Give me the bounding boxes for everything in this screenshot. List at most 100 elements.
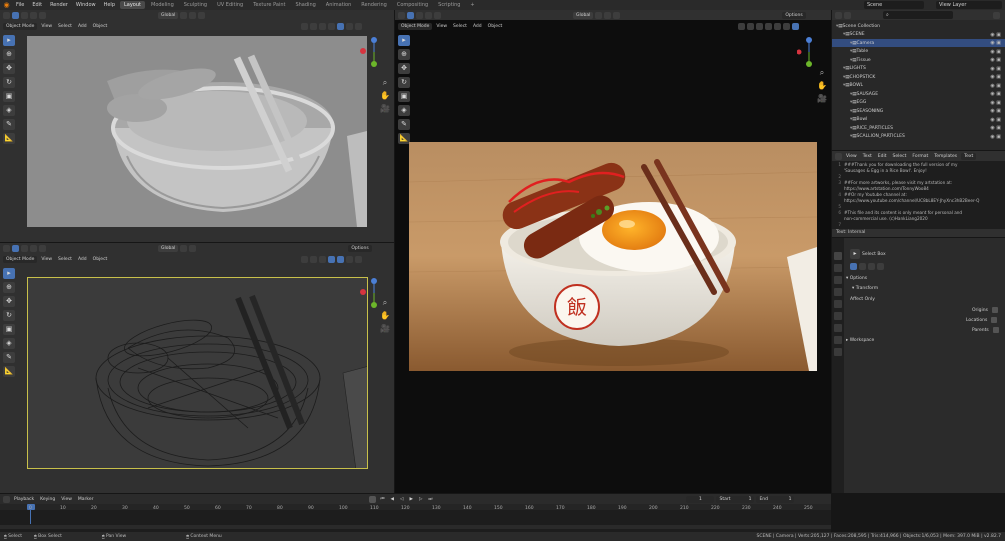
zoom-icon[interactable]: ⌕ (380, 298, 390, 308)
scale-tool-icon[interactable]: ▣ (3, 91, 15, 102)
display-mode-icon[interactable] (844, 11, 851, 19)
mode-subtract-icon[interactable] (868, 263, 875, 270)
visibility-icon[interactable]: ◉ ▣ (990, 74, 1001, 80)
menu-add[interactable]: Add (76, 256, 89, 263)
modifier-tab-icon[interactable] (834, 336, 842, 344)
tab-uv-editing[interactable]: UV Editing (213, 1, 247, 9)
mode-extend-icon[interactable] (859, 263, 866, 270)
tab-scripting[interactable]: Scripting (434, 1, 464, 9)
cursor-tool-icon[interactable]: ⊕ (3, 282, 15, 293)
scene-selector[interactable]: Scene (864, 1, 924, 9)
parents-checkbox[interactable] (992, 327, 999, 333)
proportional-edit-icon[interactable] (198, 11, 206, 19)
menu-view[interactable]: View (39, 23, 54, 30)
object-mode-dropdown[interactable]: Object Mode (3, 22, 38, 30)
snap-icon[interactable] (189, 244, 197, 252)
origins-option[interactable]: Origins (972, 306, 998, 314)
annotate-tool-icon[interactable]: ✎ (398, 119, 410, 130)
visibility-icon[interactable]: ◉ ▣ (990, 108, 1001, 114)
play-reverse-icon[interactable]: ◁ (398, 496, 405, 503)
menu-view[interactable]: View (844, 153, 859, 160)
overlay-toggle-icon[interactable] (756, 22, 764, 30)
mode-invert-icon[interactable] (877, 263, 884, 270)
tool-tab-icon[interactable] (834, 252, 842, 260)
menu-help[interactable]: Help (101, 1, 118, 9)
pivot-icon[interactable] (595, 11, 603, 19)
zoom-icon[interactable]: ⌕ (380, 78, 390, 88)
menu-select[interactable]: Select (451, 23, 469, 30)
view-layer-tab-icon[interactable] (834, 288, 842, 296)
visibility-icon[interactable]: ◉ ▣ (990, 66, 1001, 72)
outliner-row[interactable]: ▾ ▤ Tissue ◉ ▣ (832, 56, 1005, 64)
transform-orientation-dropdown[interactable]: Global (158, 11, 179, 19)
outliner-row[interactable]: ▾ ▤ Scene Collection (832, 22, 1005, 30)
menu-add[interactable]: Add (76, 23, 89, 30)
select-mode-icon[interactable] (12, 244, 19, 252)
menu-view[interactable]: View (39, 256, 54, 263)
start-frame-field[interactable]: Start 1 (716, 495, 755, 503)
select-mode-invert-icon[interactable] (434, 11, 441, 19)
pan-hand-icon[interactable]: ✋ (817, 81, 827, 91)
xray-icon[interactable] (765, 22, 773, 30)
locations-checkbox[interactable] (991, 317, 998, 323)
outliner-row[interactable]: ▾ ▤ SAUSAGE ◉ ▣ (832, 90, 1005, 98)
menu-edit[interactable]: Edit (876, 153, 889, 160)
rotate-tool-icon[interactable]: ↻ (3, 77, 15, 88)
editor-type-icon[interactable] (835, 11, 842, 19)
transform-panel-header[interactable]: ▾ Transform (852, 284, 878, 292)
select-mode-subtract-icon[interactable] (30, 244, 37, 252)
physics-tab-icon[interactable] (834, 348, 842, 356)
visibility-icon[interactable] (301, 255, 309, 263)
world-tab-icon[interactable] (834, 312, 842, 320)
menu-file[interactable]: File (13, 1, 27, 9)
menu-object[interactable]: Object (486, 23, 505, 30)
text-file-dropdown[interactable]: Text (961, 152, 977, 160)
shading-solid-icon[interactable] (774, 22, 782, 30)
rotate-tool-icon[interactable]: ↻ (3, 310, 15, 321)
select-mode-invert-icon[interactable] (39, 11, 46, 19)
shading-rendered-icon[interactable] (792, 22, 800, 30)
shading-rendered-icon[interactable] (355, 22, 363, 30)
play-icon[interactable]: ▶ (407, 496, 414, 503)
menu-window[interactable]: Window (73, 1, 99, 9)
render-tab-icon[interactable] (834, 264, 842, 272)
scale-tool-icon[interactable]: ▣ (398, 91, 410, 102)
transform-orientation-dropdown[interactable]: Global (158, 244, 179, 252)
viewport-wireframe[interactable]: Global Options Object Mode View Select A… (0, 243, 394, 493)
visibility-icon[interactable]: ◉ ▣ (990, 91, 1001, 97)
navigation-gizmo[interactable] (360, 36, 380, 70)
camera-view-icon[interactable]: 🎥 (380, 104, 390, 114)
select-mode-extend-icon[interactable] (21, 11, 28, 19)
snap-icon[interactable] (604, 11, 612, 19)
visibility-icon[interactable] (301, 22, 309, 30)
tab-shading[interactable]: Shading (291, 1, 319, 9)
measure-tool-icon[interactable]: 📐 (3, 366, 15, 377)
menu-add[interactable]: Add (471, 23, 484, 30)
navigation-gizmo[interactable] (360, 277, 380, 311)
next-keyframe-icon[interactable]: ▷ (417, 496, 424, 503)
editor-type-icon[interactable] (3, 11, 10, 19)
visibility-icon[interactable]: ◉ ▣ (990, 40, 1001, 46)
cursor-tool-icon[interactable]: ⊕ (398, 49, 410, 60)
select-box-tool-icon[interactable]: ▸ (3, 35, 15, 46)
snap-icon[interactable] (189, 11, 197, 19)
annotate-tool-icon[interactable]: ✎ (3, 352, 15, 363)
select-mode-extend-icon[interactable] (21, 244, 28, 252)
outliner-row[interactable]: ▾ ▤ CHOPSTICK ◉ ▣ (832, 73, 1005, 81)
jump-start-icon[interactable]: ⏮ (378, 496, 386, 503)
outliner-row[interactable]: ▾ ▤ EGG ◉ ▣ (832, 99, 1005, 107)
tab-texture-paint[interactable]: Texture Paint (249, 1, 289, 9)
tab-compositing[interactable]: Compositing (393, 1, 432, 9)
shading-solid-icon[interactable] (346, 255, 354, 263)
tab-animation[interactable]: Animation (322, 1, 356, 9)
visibility-icon[interactable]: ◉ ▣ (990, 117, 1001, 123)
outliner-row[interactable]: ▾ ▤ RICE_PARTICLES ◉ ▣ (832, 124, 1005, 132)
pan-hand-icon[interactable]: ✋ (380, 91, 390, 101)
select-mode-subtract-icon[interactable] (30, 11, 37, 19)
move-tool-icon[interactable]: ✥ (398, 63, 410, 74)
proportional-edit-icon[interactable] (613, 11, 621, 19)
gizmo-toggle-icon[interactable] (747, 22, 755, 30)
menu-marker[interactable]: Marker (76, 496, 96, 503)
scene-tab-icon[interactable] (834, 300, 842, 308)
visibility-icon[interactable]: ◉ ▣ (990, 100, 1001, 106)
